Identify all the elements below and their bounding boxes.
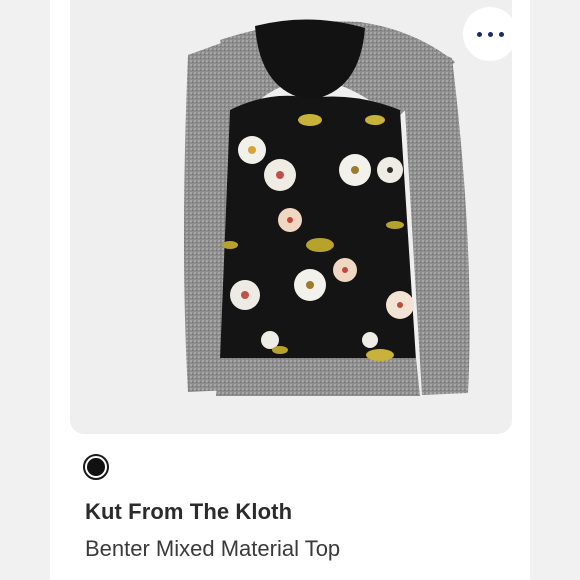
product-brand: Kut From The Kloth bbox=[85, 499, 293, 524]
more-options-button[interactable] bbox=[463, 7, 512, 61]
more-dot bbox=[487, 31, 493, 37]
product-card[interactable]: Kut From The Kloth Benter Mixed Material… bbox=[50, 0, 530, 580]
more-horizontal-icon bbox=[476, 31, 482, 37]
more-dot bbox=[498, 31, 504, 37]
swatch-fill bbox=[87, 458, 105, 476]
left-gutter bbox=[0, 0, 50, 580]
hem-band bbox=[216, 358, 420, 396]
product-image-container[interactable] bbox=[70, 0, 512, 434]
floral-body bbox=[220, 95, 416, 360]
product-name[interactable]: Benter Mixed Material Top bbox=[85, 536, 340, 562]
product-image bbox=[184, 19, 470, 396]
color-swatch-black[interactable] bbox=[83, 454, 109, 480]
right-gutter bbox=[530, 0, 580, 580]
